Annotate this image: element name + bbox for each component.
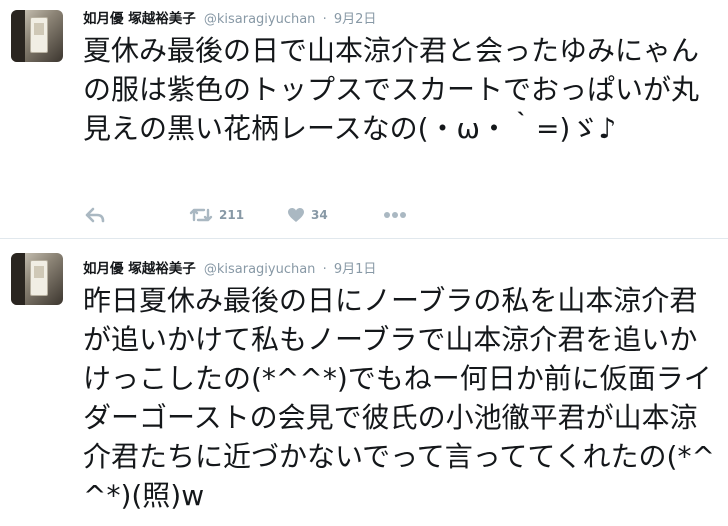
tweet-header: 如月優 塚越裕美子 @kisaragiyuchan · 9月1日 [83, 257, 376, 277]
avatar[interactable] [11, 253, 63, 305]
tweet[interactable]: 如月優 塚越裕美子 @kisaragiyuchan · 9月1日 昨日夏休み最後… [0, 0, 728, 526]
tweet-date[interactable]: 9月1日 [334, 262, 377, 277]
phone-image [30, 260, 48, 296]
user-handle[interactable]: @kisaragiyuchan [204, 262, 316, 277]
timeline: 如月優 塚越裕美子 @kisaragiyuchan · 9月2日 夏休み最後の日… [0, 0, 728, 526]
separator: · [322, 262, 327, 277]
tweet-text: 昨日夏休み最後の日にノーブラの私を山本涼介君が追いかけて私もノーブラで山本涼介君… [83, 284, 715, 512]
display-name[interactable]: 如月優 塚越裕美子 [83, 261, 196, 277]
